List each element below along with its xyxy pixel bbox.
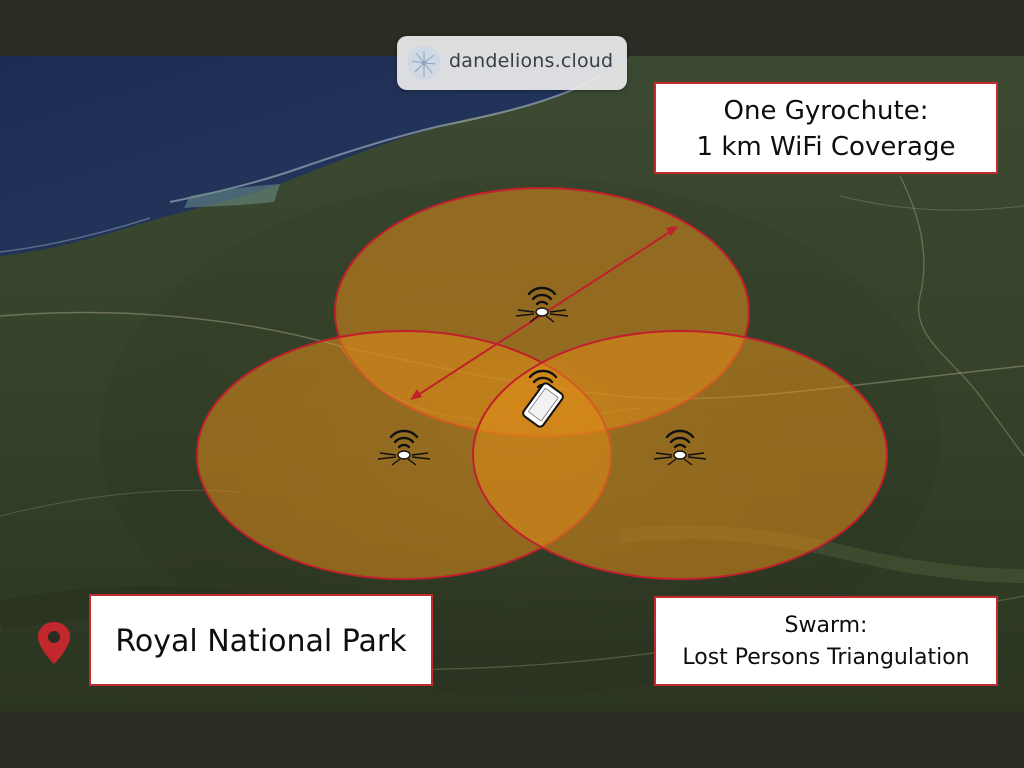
location-callout: Royal National Park	[89, 594, 433, 686]
coverage-subtitle: 1 km WiFi Coverage	[696, 132, 956, 162]
dandelion-logo-icon	[407, 46, 441, 80]
swarm-title: Swarm:	[784, 613, 868, 638]
logo-text: dandelions.cloud	[449, 50, 614, 72]
slide: dandelions.cloud One Gyrochute: 1 km WiF…	[0, 0, 1024, 768]
swarm-subtitle: Lost Persons Triangulation	[682, 645, 970, 670]
coverage-title: One Gyrochute:	[723, 96, 929, 126]
swarm-callout: Swarm: Lost Persons Triangulation	[654, 596, 998, 686]
logo[interactable]: dandelions.cloud	[397, 36, 627, 90]
location-label: Royal National Park	[115, 624, 407, 659]
coverage-callout: One Gyrochute: 1 km WiFi Coverage	[654, 82, 998, 174]
location-pin-icon	[38, 622, 70, 664]
